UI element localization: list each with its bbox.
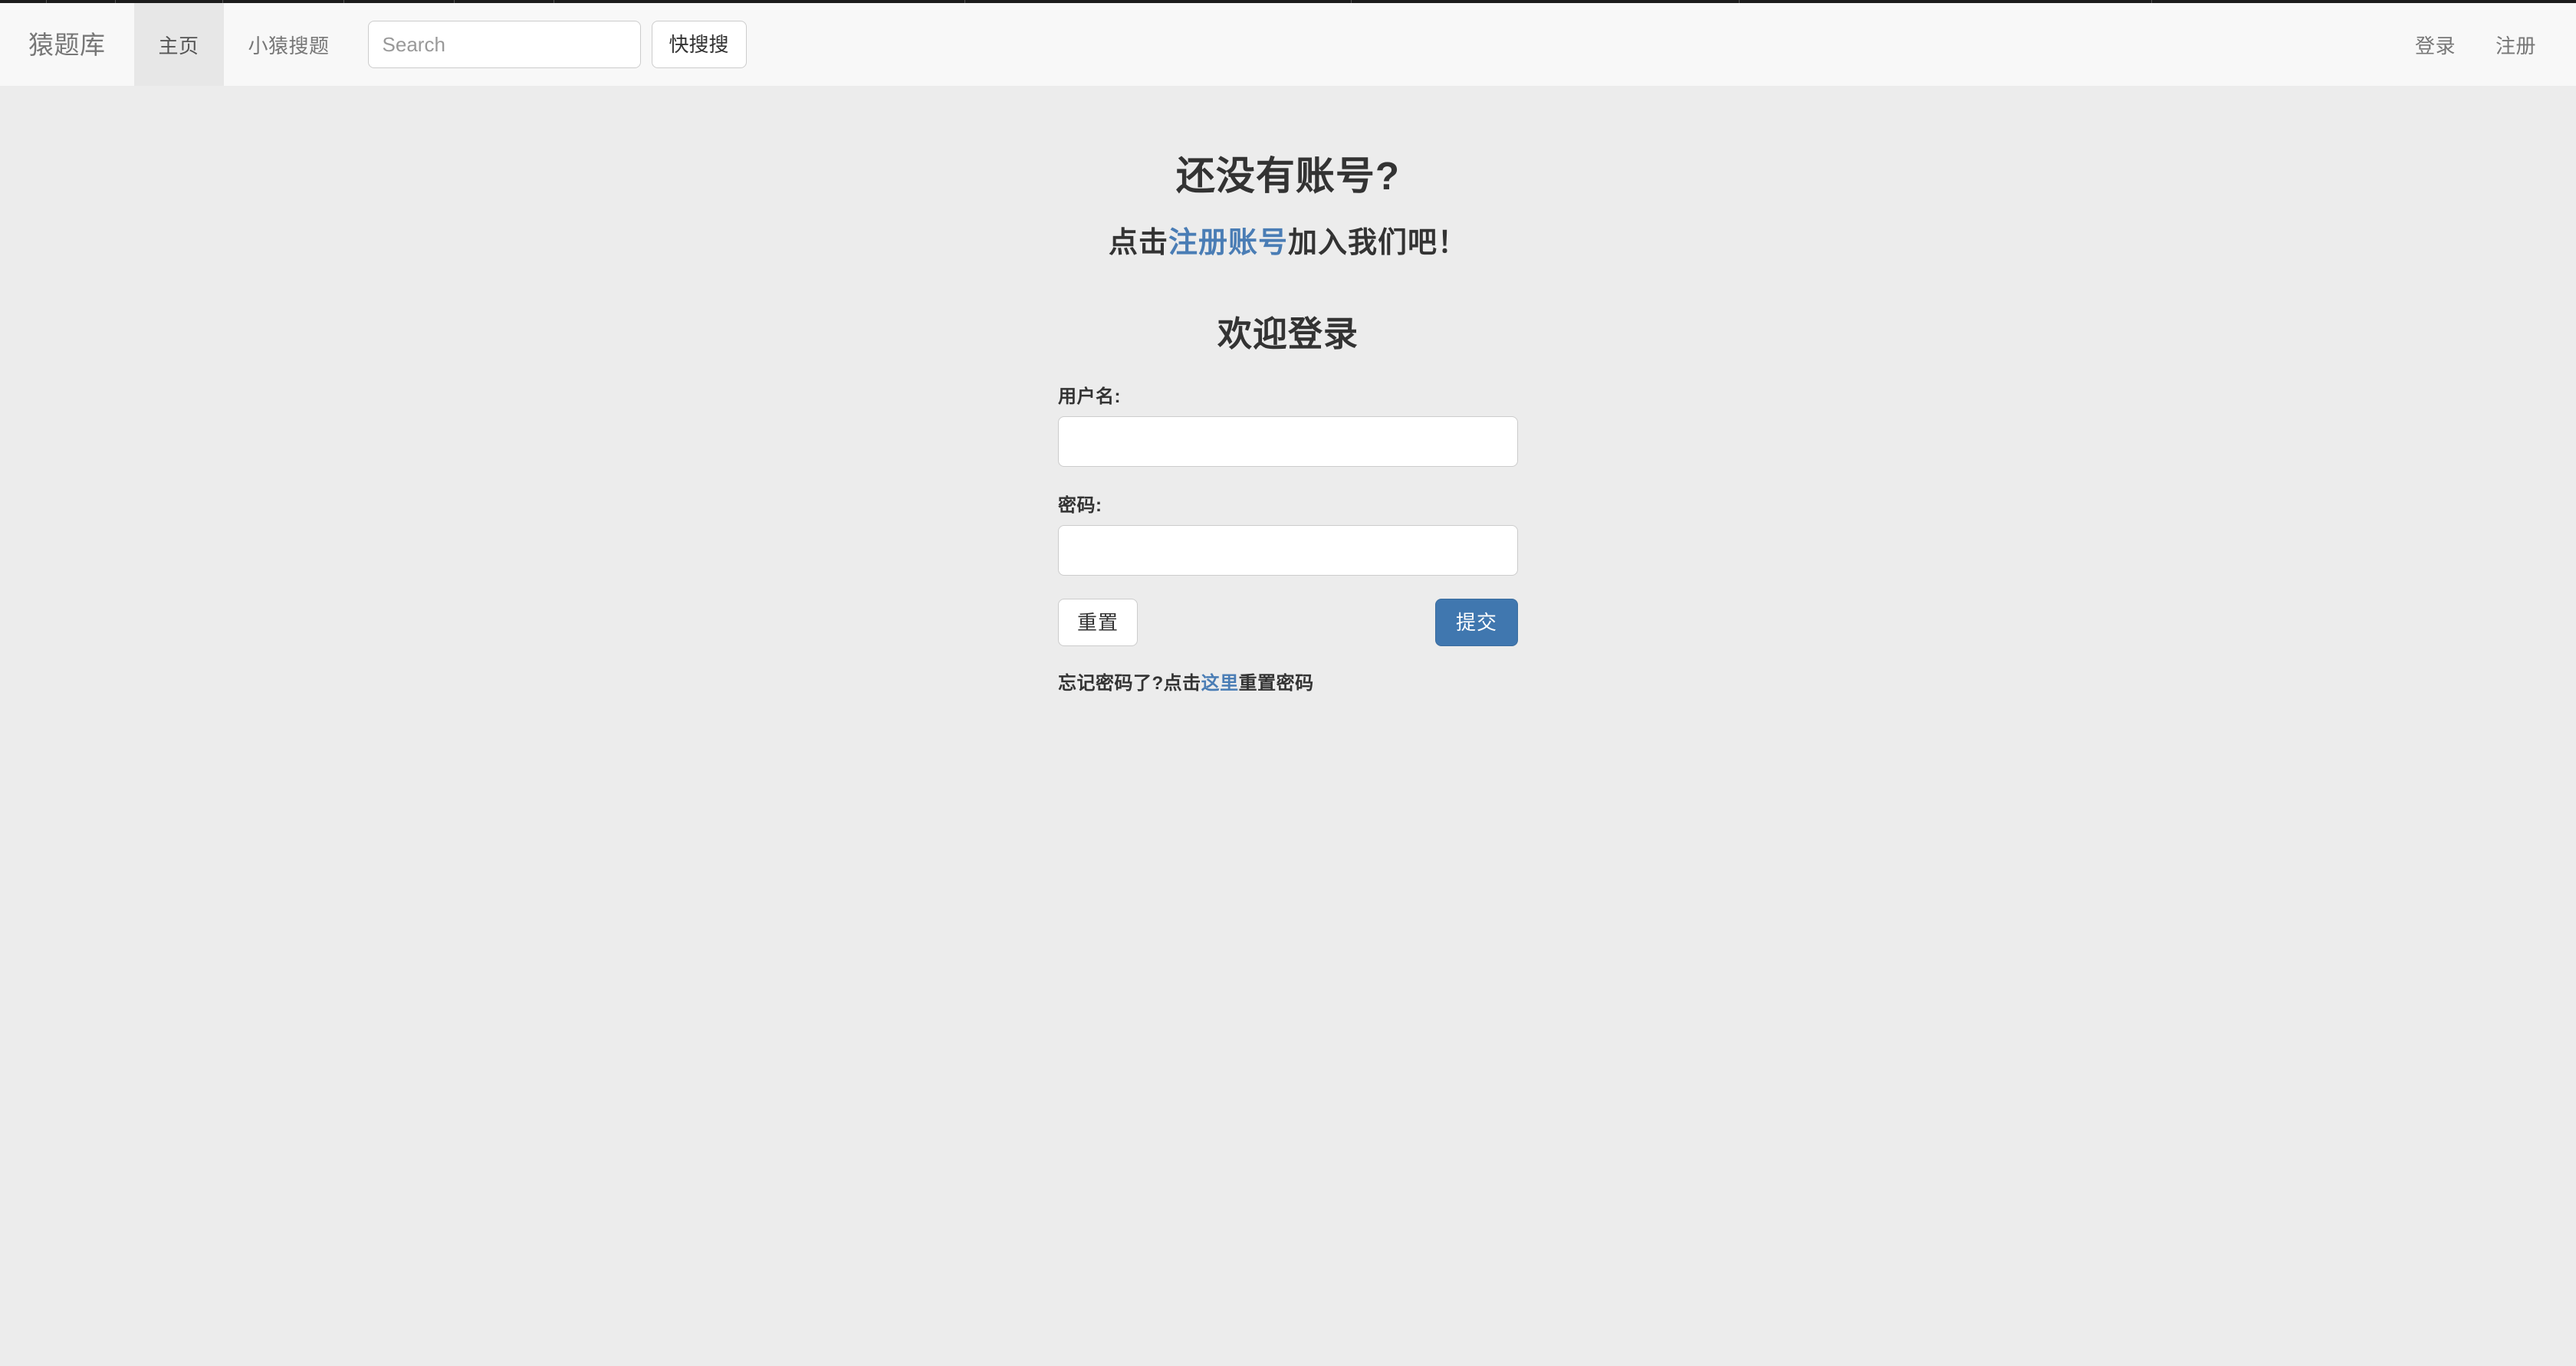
- main-content: 还没有账号? 点击注册账号加入我们吧！ 欢迎登录 用户名: 密码: 重置 提交 …: [0, 86, 2576, 694]
- promo-heading: 还没有账号?: [1175, 154, 1401, 198]
- forgot-prefix: 忘记密码了?点击: [1058, 673, 1201, 694]
- username-input[interactable]: [1058, 416, 1518, 468]
- search-submit-button[interactable]: 快搜搜: [651, 21, 747, 68]
- login-form: 欢迎登录 用户名: 密码: 重置 提交 忘记密码了?点击这里重置密码: [1058, 262, 1518, 694]
- username-label: 用户名:: [1058, 386, 1121, 408]
- navbar-right-group: 登录 注册: [2395, 3, 2576, 86]
- navbar-search-form: 快搜搜: [367, 3, 747, 86]
- reset-button[interactable]: 重置: [1058, 599, 1138, 647]
- nav-item-search-questions[interactable]: 小猿搜题: [224, 3, 354, 86]
- nav-item-login[interactable]: 登录: [2395, 3, 2476, 86]
- promo-sub-suffix: 加入我们吧！: [1288, 226, 1468, 259]
- login-form-title: 欢迎登录: [1217, 314, 1359, 354]
- register-account-link[interactable]: 注册账号: [1168, 227, 1288, 259]
- brand-logo[interactable]: 猿题库: [0, 3, 134, 86]
- submit-button[interactable]: 提交: [1434, 599, 1518, 647]
- promo-sub-prefix: 点击: [1108, 226, 1168, 259]
- promo-subheading: 点击注册账号加入我们吧！: [0, 225, 2576, 262]
- password-input[interactable]: [1058, 525, 1518, 576]
- navbar-left-group: 猿题库 主页 小猿搜题 快搜搜: [0, 3, 747, 86]
- signup-promo-section: 还没有账号? 点击注册账号加入我们吧！: [0, 86, 2576, 262]
- search-input[interactable]: [367, 21, 641, 68]
- nav-item-home[interactable]: 主页: [133, 3, 224, 86]
- forgot-suffix: 重置密码: [1238, 673, 1314, 694]
- reset-password-link[interactable]: 这里: [1201, 673, 1239, 694]
- password-label: 密码:: [1058, 495, 1102, 517]
- forgot-password-line: 忘记密码了?点击这里重置密码: [1058, 668, 1518, 694]
- nav-item-register[interactable]: 注册: [2476, 3, 2556, 86]
- form-button-row: 重置 提交: [1058, 599, 1518, 647]
- top-navbar: 猿题库 主页 小猿搜题 快搜搜 登录 注册: [0, 3, 2576, 86]
